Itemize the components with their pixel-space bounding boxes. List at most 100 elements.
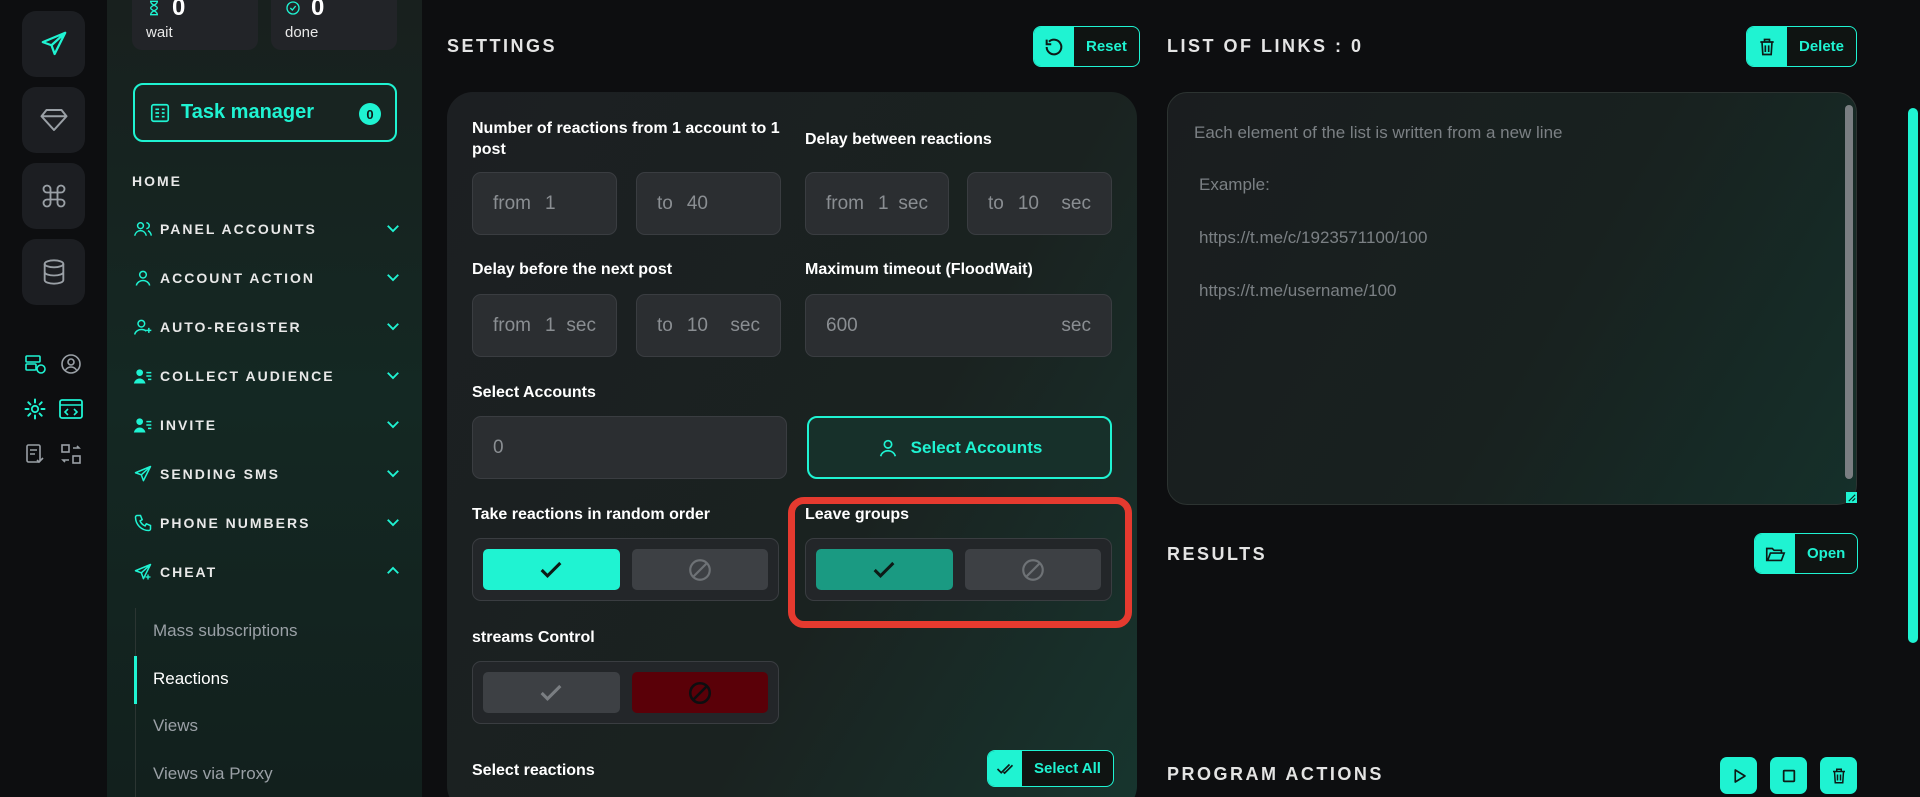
settings-title: SETTINGS [447, 36, 558, 56]
delay-post-to-field[interactable]: to 10 sec [636, 294, 781, 357]
nav-sending-sms[interactable]: SENDING SMS [132, 460, 402, 488]
streams-control-label: streams Control [472, 629, 595, 646]
random-order-toggle [472, 538, 779, 601]
check-icon [540, 561, 562, 578]
task-manager-label: Task manager [181, 101, 315, 123]
nav-panel-accounts[interactable]: PANEL ACCOUNTS [132, 215, 402, 243]
random-order-on[interactable] [483, 549, 620, 590]
delete-label: Delete [1799, 38, 1845, 55]
from-prefix: from [493, 314, 531, 336]
select-accounts-button-label: Select Accounts [910, 437, 1043, 457]
select-accounts-value: 0 [493, 436, 504, 458]
max-timeout-field[interactable]: 600 sec [805, 294, 1112, 357]
nav-label: ACCOUNT ACTION [160, 270, 316, 286]
check-icon [540, 684, 562, 701]
clear-button[interactable] [1820, 757, 1857, 794]
delay-reactions-to-field[interactable]: to 10 sec [967, 172, 1112, 235]
database-rail-button[interactable] [22, 239, 85, 305]
database-icon [43, 259, 64, 285]
user-plus-icon [133, 319, 152, 335]
open-button[interactable]: Open [1754, 533, 1859, 574]
command-rail-button[interactable] [22, 163, 85, 229]
submenu-active-indicator [134, 656, 137, 704]
select-accounts-field[interactable]: 0 [472, 416, 787, 479]
hourglass-icon [149, 0, 159, 16]
stop-icon [1782, 769, 1795, 782]
gear-icon [24, 398, 46, 420]
nav-cheat[interactable]: CHEAT [132, 558, 402, 586]
folder-open-icon [1765, 547, 1786, 561]
reactions-to-value: 40 [686, 192, 708, 214]
delay-post-from-field[interactable]: from 1 sec [472, 294, 617, 357]
delay-reactions-from-field[interactable]: from 1 sec [805, 172, 949, 235]
streams-control-on[interactable] [483, 672, 620, 713]
random-order-off[interactable] [631, 549, 768, 590]
nav-account-action[interactable]: ACCOUNT ACTION [132, 264, 402, 292]
trash-icon [1832, 768, 1845, 783]
sub-item-views-via-proxy[interactable]: Views via Proxy [153, 764, 273, 784]
chevron-down-icon [387, 274, 399, 282]
reactions-to-field[interactable]: to 40 [636, 172, 781, 235]
links-placeholder-line: https://t.me/username/100 [1199, 281, 1397, 300]
server-clock-icon [25, 355, 46, 374]
streams-control-off[interactable] [631, 672, 768, 713]
reset-button[interactable]: Reset [1033, 26, 1140, 67]
sub-item-views[interactable]: Views [153, 716, 198, 736]
task-manager-button[interactable]: Task manager 0 [133, 83, 397, 142]
chevron-down-icon [387, 519, 399, 527]
user-list-icon [133, 369, 152, 384]
settings-button[interactable] [21, 395, 49, 423]
select-accounts-button[interactable]: Select Accounts [807, 416, 1112, 479]
nav-collect-audience[interactable]: COLLECT AUDIENCE [132, 362, 402, 390]
code-window-button[interactable] [57, 395, 85, 423]
select-reactions-label: Select reactions [472, 762, 595, 779]
sub-item-reactions[interactable]: Reactions [153, 669, 229, 689]
nav-home[interactable]: HOME [132, 173, 182, 189]
stat-wait-value: 0 [172, 0, 186, 21]
reactions-from-field[interactable]: from 1 [472, 172, 617, 235]
delay-reactions-label: Delay between reactions [805, 131, 992, 148]
reactions-count-label: Number of reactions from 1 account to 1 … [472, 120, 780, 158]
user-circle-button[interactable] [57, 350, 85, 378]
diamond-rail-button[interactable] [22, 87, 85, 153]
task-manager-icon [150, 103, 170, 122]
nav-label: SENDING SMS [160, 466, 281, 482]
nav-auto-register[interactable]: AUTO-REGISTER [132, 313, 402, 341]
nav-phone-numbers[interactable]: PHONE NUMBERS [132, 509, 402, 537]
server-clock-button[interactable] [21, 350, 49, 378]
links-scrollbar[interactable] [1845, 105, 1853, 479]
to-prefix: to [657, 192, 673, 214]
from-prefix: from [826, 192, 864, 214]
stat-done: 0 done [271, 0, 397, 50]
task-manager-count: 0 [359, 103, 381, 125]
sub-item-mass-subscriptions[interactable]: Mass subscriptions [153, 621, 298, 641]
chevron-down-icon [387, 323, 399, 331]
links-title: LIST OF LINKS : 0 [1167, 36, 1364, 56]
links-textarea[interactable]: Each element of the list is written from… [1167, 92, 1857, 505]
send-icon [41, 31, 66, 56]
stop-button[interactable] [1770, 757, 1807, 794]
open-label: Open [1807, 545, 1846, 562]
to-prefix: to [657, 314, 673, 336]
start-button[interactable] [1720, 757, 1757, 794]
unit-label: sec [1061, 314, 1091, 336]
nav-label: COLLECT AUDIENCE [160, 368, 335, 384]
chevron-down-icon [387, 372, 399, 380]
stat-done-label: done [285, 24, 319, 41]
unit-label: sec [566, 314, 596, 336]
send-rail-button[interactable] [22, 11, 85, 77]
unit-label: sec [1061, 192, 1091, 214]
resize-handle-icon[interactable] [1846, 492, 1857, 503]
select-accounts-label: Select Accounts [472, 384, 596, 401]
command-icon [42, 184, 65, 208]
nav-invite[interactable]: INVITE [132, 411, 402, 439]
document-check-button[interactable] [21, 440, 49, 468]
unit-label: sec [730, 314, 760, 336]
diamond-icon [40, 109, 67, 131]
user-list-icon [133, 418, 152, 433]
swap-button[interactable] [57, 440, 85, 468]
select-all-button[interactable]: Select All [987, 750, 1114, 787]
from-prefix: from [493, 192, 531, 214]
page-scrollbar[interactable] [1908, 108, 1918, 643]
delete-button[interactable]: Delete [1746, 26, 1858, 67]
